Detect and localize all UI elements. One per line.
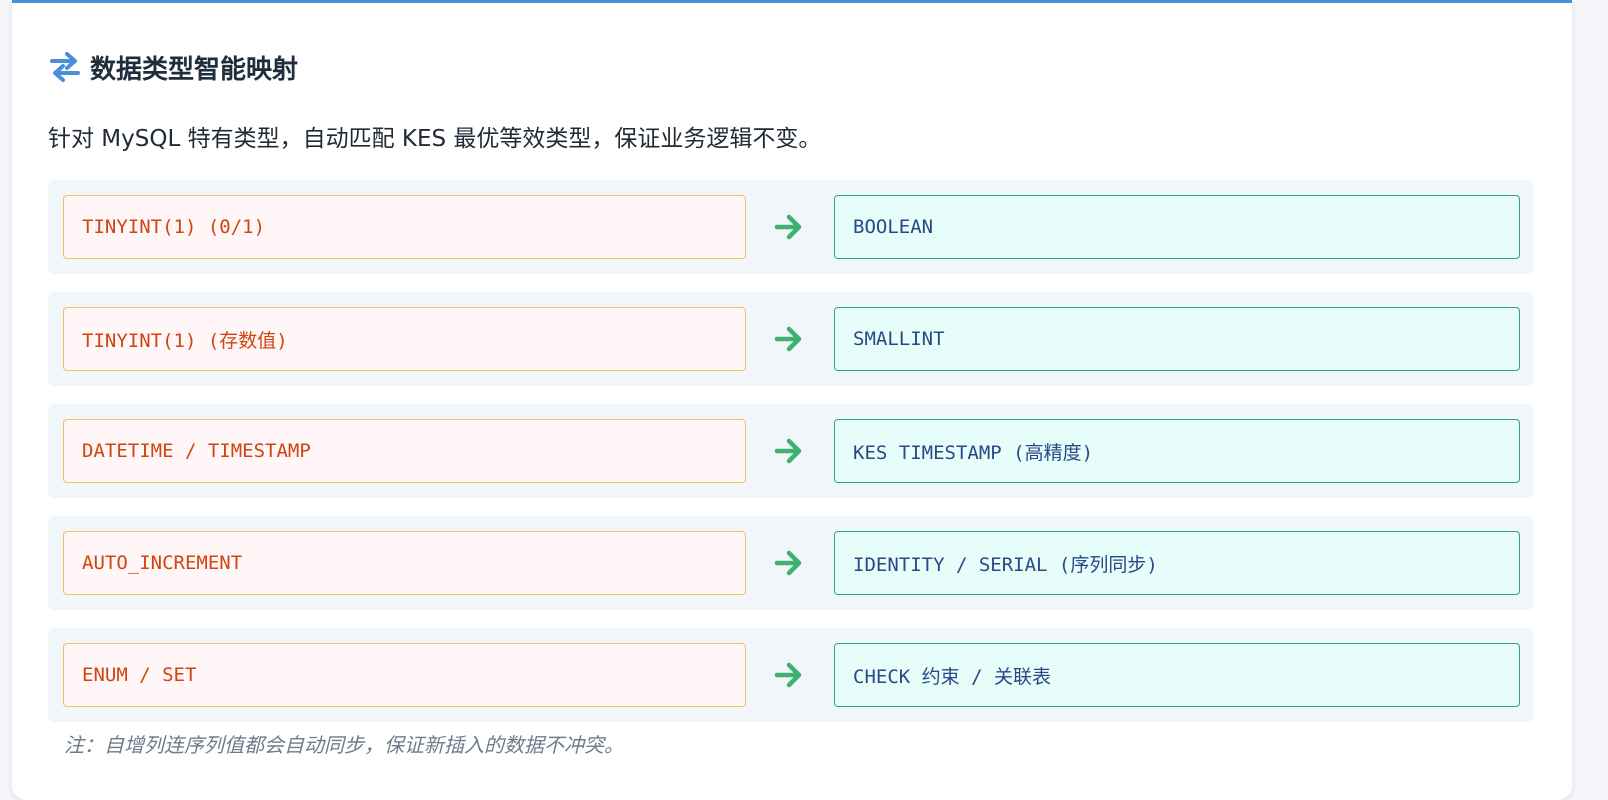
mapping-list: TINYINT(1) (0/1) BOOLEAN TINYINT(1) (存数值… bbox=[48, 180, 1534, 740]
source-type: DATETIME / TIMESTAMP bbox=[63, 419, 746, 483]
source-type: TINYINT(1) (0/1) bbox=[63, 195, 746, 259]
mapping-row: TINYINT(1) (存数值) SMALLINT bbox=[48, 292, 1534, 386]
footnote: 注：自增列连序列值都会自动同步，保证新插入的数据不冲突。 bbox=[64, 733, 624, 757]
target-type: KES TIMESTAMP (高精度) bbox=[834, 419, 1520, 483]
mapping-row: AUTO_INCREMENT IDENTITY / SERIAL (序列同步) bbox=[48, 516, 1534, 610]
target-type: BOOLEAN bbox=[834, 195, 1520, 259]
target-type: IDENTITY / SERIAL (序列同步) bbox=[834, 531, 1520, 595]
arrow-right-icon bbox=[774, 213, 804, 241]
source-type: TINYINT(1) (存数值) bbox=[63, 307, 746, 371]
card-header: 数据类型智能映射 bbox=[48, 47, 298, 87]
arrow-right-icon bbox=[774, 437, 804, 465]
card-title: 数据类型智能映射 bbox=[90, 54, 299, 85]
mapping-row: TINYINT(1) (0/1) BOOLEAN bbox=[48, 180, 1534, 274]
swap-arrows-icon bbox=[50, 52, 80, 82]
source-type: ENUM / SET bbox=[63, 643, 746, 707]
card-description: 针对 MySQL 特有类型，自动匹配 KES 最优等效类型，保证业务逻辑不变。 bbox=[48, 126, 822, 152]
arrow-right-icon bbox=[774, 325, 804, 353]
target-type: SMALLINT bbox=[834, 307, 1520, 371]
target-type: CHECK 约束 / 关联表 bbox=[834, 643, 1520, 707]
source-type: AUTO_INCREMENT bbox=[63, 531, 746, 595]
mapping-row: DATETIME / TIMESTAMP KES TIMESTAMP (高精度) bbox=[48, 404, 1534, 498]
arrow-right-icon bbox=[774, 661, 804, 689]
mapping-row: ENUM / SET CHECK 约束 / 关联表 bbox=[48, 628, 1534, 722]
type-mapping-card: 数据类型智能映射 针对 MySQL 特有类型，自动匹配 KES 最优等效类型，保… bbox=[12, 0, 1572, 800]
arrow-right-icon bbox=[774, 549, 804, 577]
